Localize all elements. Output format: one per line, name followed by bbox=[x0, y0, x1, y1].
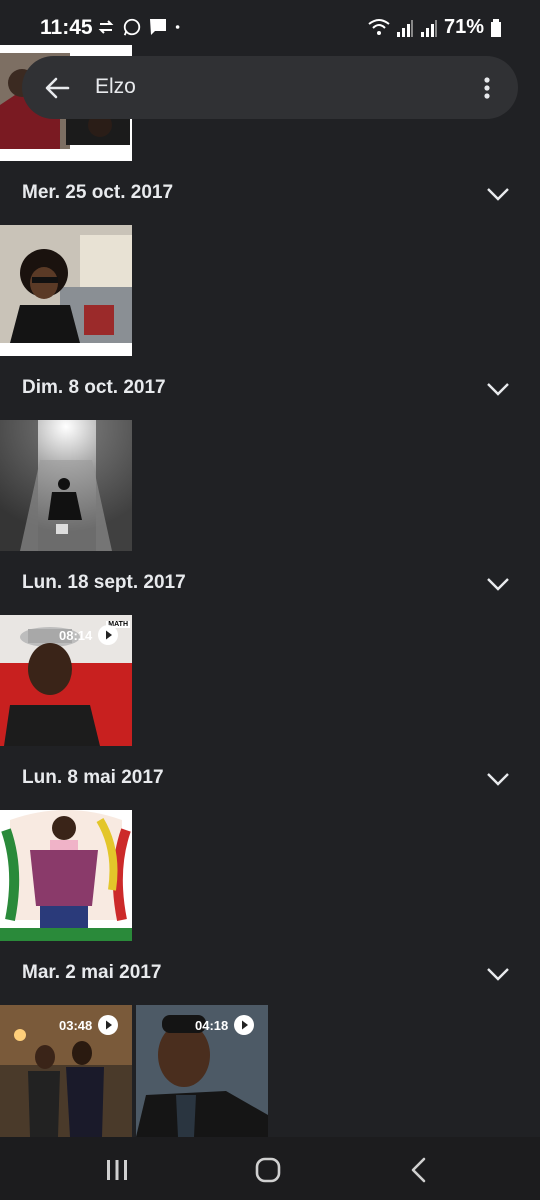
wifi-icon bbox=[368, 18, 390, 35]
chevron-down-icon[interactable] bbox=[484, 375, 512, 403]
date-label: Lun. 8 mai 2017 bbox=[22, 767, 164, 788]
whatsapp-icon bbox=[123, 18, 141, 36]
play-circle-icon bbox=[98, 625, 119, 645]
date-header: Mar. 2 mai 2017 bbox=[0, 946, 540, 1002]
photo-thumbnail[interactable] bbox=[0, 420, 132, 551]
more-vert-icon[interactable] bbox=[474, 73, 500, 103]
google-photos-search-results: 11:45 71% Elzo Mer. 25 oct. 2017 Dim. 8 … bbox=[0, 0, 540, 1200]
nav-back-icon[interactable] bbox=[404, 1155, 434, 1185]
notification-icons bbox=[96, 16, 186, 38]
duration-text: 04:18 bbox=[195, 1017, 229, 1033]
date-header: Lun. 8 mai 2017 bbox=[0, 751, 540, 807]
search-bar[interactable]: Elzo bbox=[22, 56, 518, 119]
duration-text: 08:14 bbox=[59, 627, 93, 643]
status-time: 11:45 bbox=[40, 16, 93, 39]
date-label: Mer. 25 oct. 2017 bbox=[22, 182, 174, 203]
chevron-down-icon[interactable] bbox=[484, 180, 512, 208]
video-duration: 03:48 bbox=[59, 1015, 119, 1035]
status-bar: 11:45 71% bbox=[0, 0, 540, 56]
signal-icon-2 bbox=[420, 19, 437, 37]
chevron-down-icon[interactable] bbox=[484, 570, 512, 598]
dot-icon bbox=[175, 25, 180, 29]
system-navigation-bar bbox=[0, 1137, 540, 1200]
photo-thumbnail[interactable] bbox=[0, 225, 132, 356]
chevron-down-icon[interactable] bbox=[484, 765, 512, 793]
video-thumbnail[interactable]: 03:48 bbox=[0, 1005, 132, 1137]
arrow-left-icon[interactable] bbox=[42, 73, 72, 103]
message-icon bbox=[150, 19, 166, 35]
duration-text: 03:48 bbox=[59, 1017, 93, 1033]
sync-icon bbox=[98, 20, 114, 34]
date-header: Mer. 25 oct. 2017 bbox=[0, 166, 540, 222]
search-query[interactable]: Elzo bbox=[95, 75, 136, 99]
status-indicators: 71% bbox=[368, 16, 502, 39]
date-label: Dim. 8 oct. 2017 bbox=[22, 377, 166, 398]
date-label: Mar. 2 mai 2017 bbox=[22, 962, 162, 983]
date-label: Lun. 18 sept. 2017 bbox=[22, 572, 186, 593]
photo-thumbnail[interactable] bbox=[0, 810, 132, 941]
home-icon[interactable] bbox=[253, 1155, 283, 1185]
signal-icon bbox=[396, 19, 413, 37]
play-circle-icon bbox=[98, 1015, 119, 1035]
chevron-down-icon[interactable] bbox=[484, 960, 512, 988]
video-duration: 08:14 bbox=[59, 625, 119, 645]
recents-icon[interactable] bbox=[102, 1155, 132, 1185]
battery-percentage: 71% bbox=[443, 16, 484, 38]
date-header: Lun. 18 sept. 2017 bbox=[0, 556, 540, 612]
play-circle-icon bbox=[234, 1015, 255, 1035]
video-thumbnail[interactable]: 04:18 bbox=[136, 1005, 268, 1137]
video-thumbnail[interactable]: MATH 08:14 bbox=[0, 615, 132, 746]
date-header: Dim. 8 oct. 2017 bbox=[0, 361, 540, 417]
battery-icon bbox=[491, 18, 501, 37]
video-duration: 04:18 bbox=[195, 1015, 255, 1035]
